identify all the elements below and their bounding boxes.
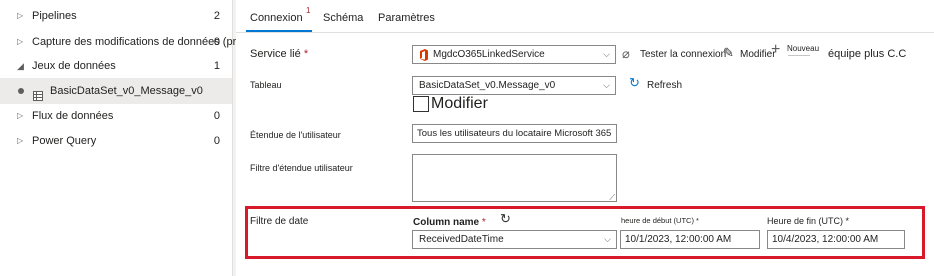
tree-item-label: Pipelines bbox=[32, 10, 77, 22]
column-name-label-text: Column name bbox=[413, 217, 480, 228]
tree-item-datasets[interactable]: ◢ Jeux de données 1 bbox=[0, 54, 232, 78]
required-mark: * bbox=[845, 216, 850, 226]
end-time-label: Heure de fin (UTC) * bbox=[767, 216, 849, 226]
tree-item-change-capture[interactable]: ▷ Capture des modifications de données (… bbox=[0, 30, 281, 54]
chevron-right-icon[interactable]: ▷ bbox=[17, 4, 23, 28]
user-scope-label: Étendue de l'utilisateur bbox=[250, 130, 341, 140]
tree-item-count: 2 bbox=[213, 10, 220, 22]
end-time-label-text: Heure de fin (UTC) bbox=[767, 216, 844, 226]
tree-item-dataset-basicdataset[interactable]: BasicDataSet_v0_Message_v0 bbox=[0, 78, 232, 104]
chevron-down-icon[interactable]: ◢ bbox=[17, 54, 24, 78]
refresh-link[interactable]: Refresh bbox=[647, 80, 682, 91]
end-time-input[interactable]: 10/4/2023, 12:00:00 AM bbox=[767, 230, 905, 249]
refresh-icon[interactable]: ↻ bbox=[629, 75, 640, 91]
chevron-right-icon[interactable]: ▷ bbox=[17, 129, 23, 153]
refresh-icon[interactable]: ↻ bbox=[500, 211, 511, 227]
tab-connexion[interactable]: Connexion bbox=[250, 12, 303, 24]
pencil-icon[interactable]: ✎ bbox=[723, 45, 734, 61]
tree-item-power-query[interactable]: ▷ Power Query 0 bbox=[0, 129, 232, 153]
tree-item-count: 0 bbox=[213, 36, 220, 48]
chevron-right-icon[interactable]: ▷ bbox=[17, 30, 23, 54]
tab-label: Connexion bbox=[250, 12, 303, 24]
column-name-label: Column name * bbox=[413, 217, 486, 228]
tab-schema[interactable]: Schéma bbox=[323, 12, 363, 24]
tree-item-label: BasicDataSet_v0_Message_v0 bbox=[50, 85, 203, 97]
table-select[interactable]: BasicDataSet_v0.Message_v0 ⌵ bbox=[412, 76, 616, 95]
required-mark: * bbox=[481, 217, 486, 228]
user-scope-select[interactable]: Tous les utilisateurs du locataire Micro… bbox=[412, 124, 617, 143]
dataset-properties-panel: Connexion 1 Schéma Paramètres Service li… bbox=[236, 0, 934, 276]
new-underline bbox=[788, 55, 810, 56]
end-time-value: 10/4/2023, 12:00:00 AM bbox=[772, 234, 879, 245]
chevron-down-icon: ⌵ bbox=[604, 234, 611, 244]
table-label: Tableau bbox=[250, 80, 282, 90]
tree-item-label: Flux de données bbox=[32, 110, 114, 122]
overlay-text: équipe plus C.C bbox=[828, 48, 907, 60]
start-time-label-text: heure de début (UTC) bbox=[621, 216, 694, 225]
tree-item-label: Power Query bbox=[32, 135, 97, 147]
linked-service-select[interactable]: MgdcO365LinkedService ⌵ bbox=[412, 45, 616, 64]
user-scope-filter-label: Filtre d'étendue utilisateur bbox=[250, 163, 353, 173]
office365-icon bbox=[419, 49, 429, 61]
tree-item-count: 0 bbox=[213, 135, 220, 147]
tab-divider bbox=[236, 32, 934, 33]
chevron-down-icon: ⌵ bbox=[603, 80, 610, 90]
linked-service-label-text: Service lié bbox=[250, 48, 301, 60]
plus-icon[interactable]: + bbox=[771, 41, 780, 59]
tree-item-count: 1 bbox=[213, 60, 220, 72]
column-name-value: ReceivedDateTime bbox=[419, 234, 504, 245]
tab-label: Paramètres bbox=[378, 12, 435, 24]
column-name-select[interactable]: ReceivedDateTime ⌵ bbox=[412, 230, 617, 249]
linked-service-label: Service lié * bbox=[250, 48, 308, 60]
plug-icon[interactable]: ⌀ bbox=[622, 46, 630, 62]
edit-table-checkbox[interactable] bbox=[413, 96, 429, 112]
table-icon bbox=[33, 85, 43, 101]
tree-item-pipelines[interactable]: ▷ Pipelines 2 bbox=[0, 4, 232, 28]
unsaved-dot-icon bbox=[18, 88, 24, 94]
start-time-value: 10/1/2023, 12:00:00 AM bbox=[625, 234, 732, 245]
date-filter-label: Filtre de date bbox=[250, 216, 309, 227]
user-scope-filter-textarea[interactable]: ⟋ bbox=[412, 154, 617, 202]
test-connection-link[interactable]: Tester la connexion bbox=[640, 49, 726, 60]
chevron-down-icon: ⌵ bbox=[603, 49, 610, 59]
tab-label: Schéma bbox=[323, 12, 364, 24]
tree-item-count: 0 bbox=[213, 110, 220, 122]
start-time-label: heure de début (UTC) * bbox=[621, 216, 699, 225]
tab-parametres[interactable]: Paramètres bbox=[378, 12, 435, 24]
tree-item-label: Jeux de données bbox=[32, 60, 116, 72]
required-mark: * bbox=[696, 216, 699, 225]
resize-handle-icon[interactable]: ⟋ bbox=[609, 193, 615, 203]
factory-resources-panel: ▷ Pipelines 2 ▷ Capture des modification… bbox=[0, 0, 281, 276]
table-value: BasicDataSet_v0.Message_v0 bbox=[419, 80, 556, 91]
user-scope-value: Tous les utilisateurs du locataire Micro… bbox=[417, 128, 612, 139]
tree-item-dataflows[interactable]: ▷ Flux de données 0 bbox=[0, 104, 232, 128]
linked-service-value: MgdcO365LinkedService bbox=[433, 49, 545, 60]
error-count-badge: 1 bbox=[306, 6, 311, 15]
edit-table-checkbox-label: Modifier bbox=[431, 95, 488, 112]
required-mark: * bbox=[303, 48, 309, 60]
chevron-right-icon[interactable]: ▷ bbox=[17, 104, 23, 128]
new-linked-service-link[interactable]: Nouveau bbox=[787, 44, 819, 53]
start-time-input[interactable]: 10/1/2023, 12:00:00 AM bbox=[620, 230, 760, 249]
